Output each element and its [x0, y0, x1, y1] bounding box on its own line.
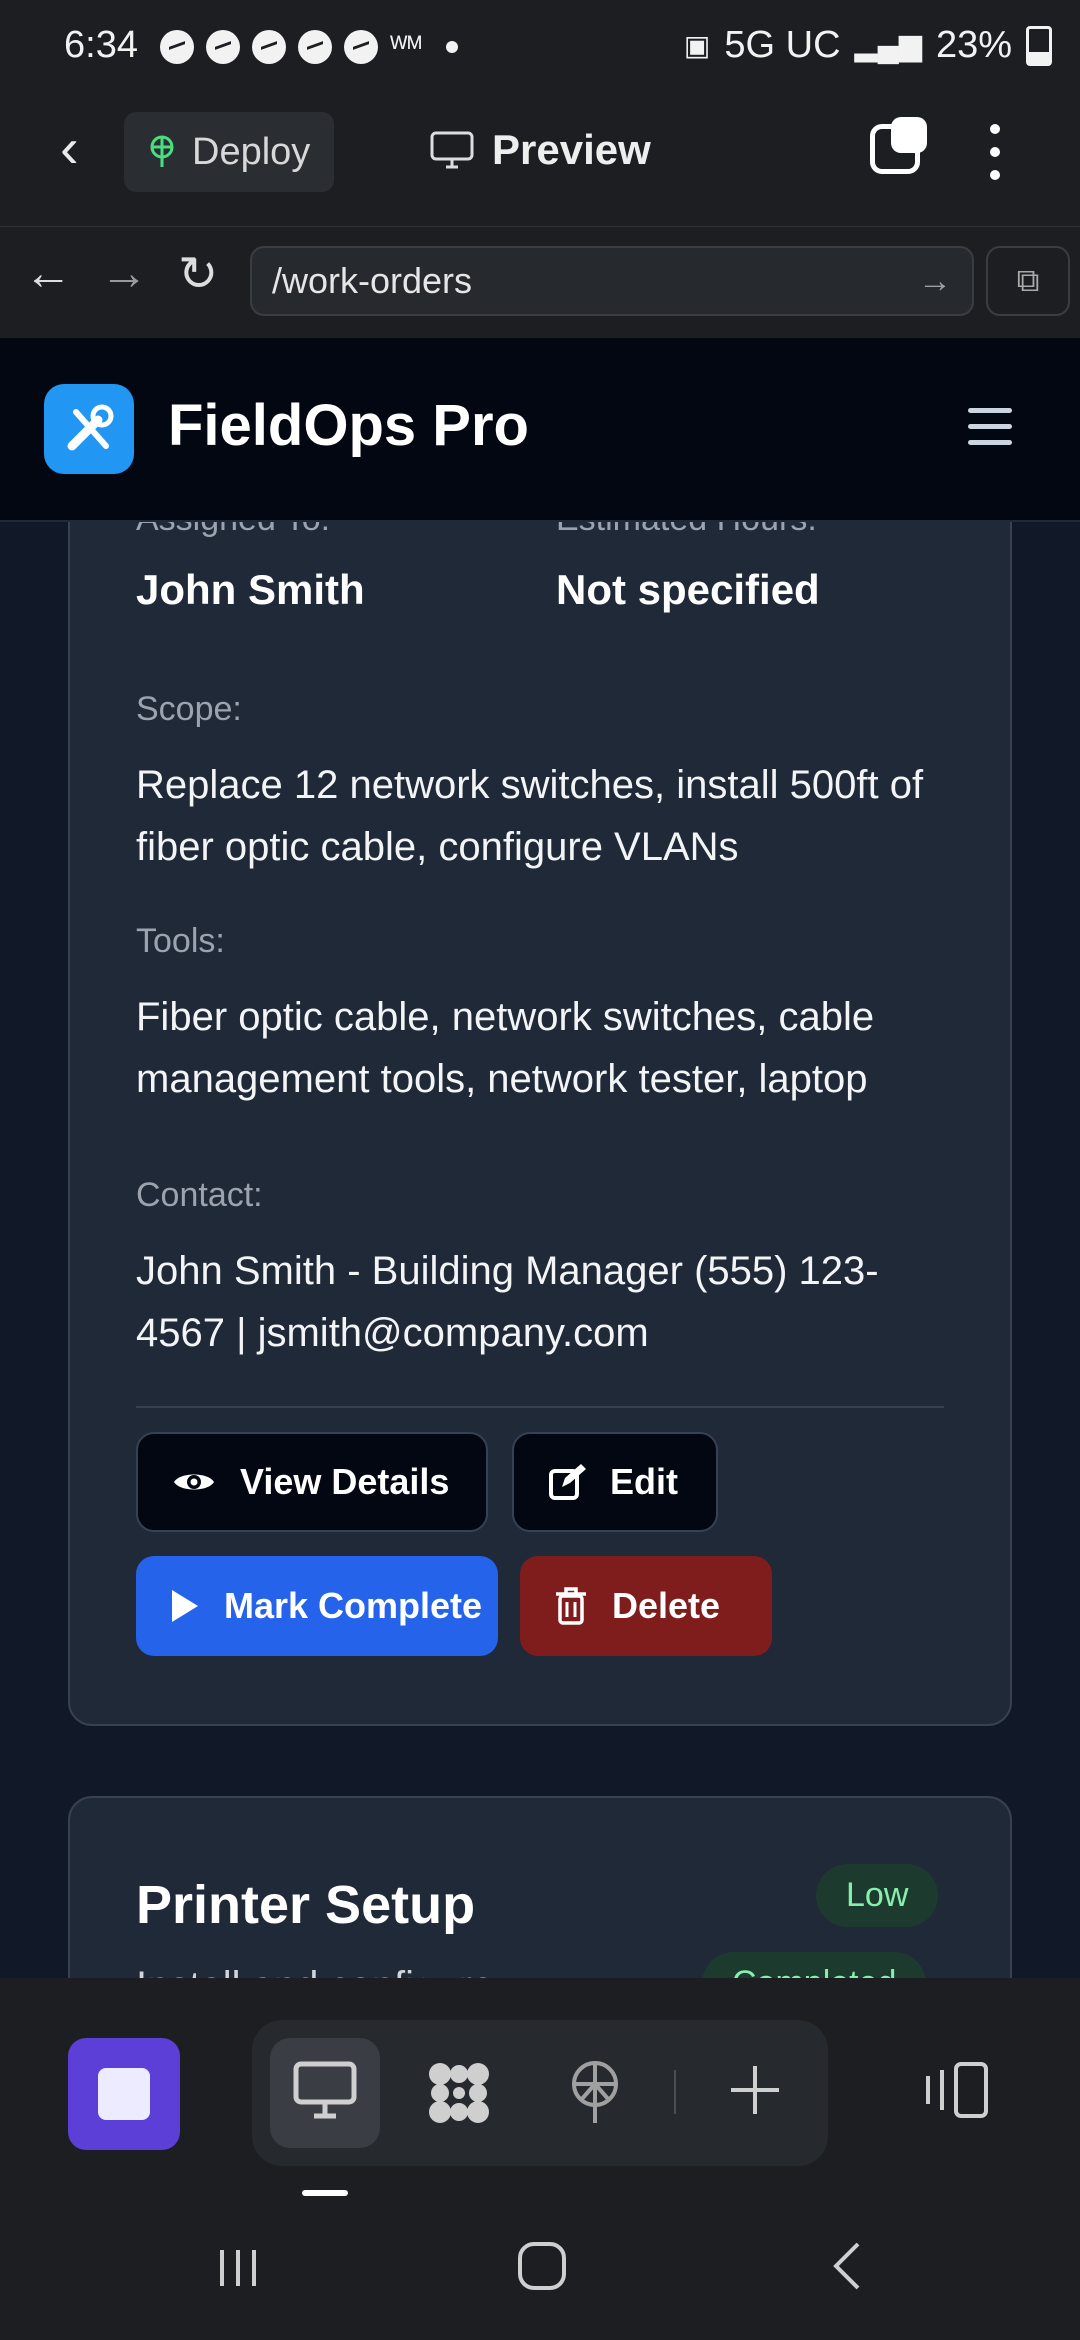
- trash-icon: [556, 1587, 586, 1625]
- deploy-label: Deploy: [192, 130, 311, 173]
- signal-icon: ▂▄▆: [854, 29, 922, 62]
- tabs-switcher-icon[interactable]: [870, 117, 927, 174]
- status-bar: 6:34 ᵂᴹ ▣ 5G UC ▂▄▆ 23%: [0, 0, 1080, 100]
- card-divider: [136, 1406, 944, 1408]
- edit-icon: [549, 1464, 586, 1500]
- desktop-view-icon[interactable]: [290, 2060, 360, 2134]
- go-arrow-icon[interactable]: →: [918, 262, 952, 301]
- messenger-icon: [206, 30, 240, 64]
- back-chevron-icon[interactable]: ‹: [60, 120, 79, 176]
- mark-complete-button[interactable]: Mark Complete: [136, 1556, 498, 1656]
- monitor-icon: [430, 131, 474, 169]
- menu-icon[interactable]: [968, 408, 1012, 456]
- edit-button[interactable]: Edit: [512, 1432, 718, 1532]
- deploy-button[interactable]: Deploy: [124, 112, 334, 192]
- scope-label: Scope:: [136, 690, 242, 728]
- delete-button[interactable]: Delete: [520, 1556, 772, 1656]
- app-stop-icon[interactable]: [68, 2038, 180, 2150]
- notification-icons: ᵂᴹ: [160, 30, 458, 64]
- mark-complete-label: Mark Complete: [224, 1585, 483, 1626]
- status-right: ▣ 5G UC ▂▄▆ 23%: [684, 24, 1052, 67]
- reload-icon[interactable]: ↻: [178, 246, 218, 302]
- deploy-dock-icon[interactable]: [560, 2060, 630, 2140]
- more-notifications-dot: [445, 41, 458, 53]
- chat-notification-icon: [160, 30, 194, 64]
- home-icon[interactable]: [516, 2240, 568, 2305]
- network-type: 5G UC: [724, 24, 841, 66]
- add-icon[interactable]: [720, 2060, 790, 2134]
- preview-label: Preview: [492, 126, 651, 173]
- recent-apps-icon[interactable]: [214, 2240, 262, 2305]
- view-details-label: View Details: [240, 1461, 450, 1502]
- battery-icon: [1026, 25, 1052, 66]
- messenger-icon: [344, 30, 378, 64]
- app-logo[interactable]: [44, 384, 134, 474]
- split-view-icon[interactable]: [920, 2060, 990, 2134]
- assigned-to-value: John Smith: [136, 566, 365, 613]
- edit-label: Edit: [610, 1461, 678, 1502]
- contact-label: Contact:: [136, 1176, 263, 1214]
- tools-icon: [67, 404, 114, 451]
- contact-value: John Smith - Building Manager (555) 123-…: [136, 1249, 879, 1355]
- app-name: FieldOps Pro: [168, 393, 529, 458]
- url-text: /work-orders: [272, 260, 473, 301]
- battery-saver-icon: ▣: [683, 30, 711, 61]
- open-external-icon[interactable]: ⧉: [986, 246, 1070, 316]
- messenger-icon: [298, 30, 332, 64]
- browser-forward-icon[interactable]: →: [100, 246, 148, 301]
- dock-separator: [674, 2070, 676, 2114]
- status-time: 6:34: [64, 24, 138, 66]
- app-header: [0, 338, 1080, 522]
- messenger-icon: [252, 30, 286, 64]
- delete-label: Delete: [612, 1585, 721, 1626]
- tools-label: Tools:: [136, 922, 225, 960]
- url-field[interactable]: /work-orders →: [250, 246, 974, 316]
- priority-badge: Low: [816, 1864, 939, 1927]
- more-options-icon[interactable]: [990, 124, 1002, 180]
- estimated-hours-value: Not specified: [556, 566, 820, 613]
- modules-icon[interactable]: [424, 2060, 494, 2140]
- view-details-button[interactable]: View Details: [136, 1432, 488, 1532]
- deploy-icon: [150, 135, 174, 167]
- active-indicator: [302, 2190, 348, 2196]
- voicemail-icon: ᵂᴹ: [390, 31, 422, 62]
- system-back-icon[interactable]: [826, 2240, 866, 2305]
- preview-tab[interactable]: Preview: [430, 126, 651, 174]
- eye-icon: [174, 1474, 214, 1490]
- scope-value: Replace 12 network switches, install 500…: [136, 763, 924, 869]
- battery-percent: 23%: [935, 24, 1012, 66]
- browser-back-icon[interactable]: ←: [24, 246, 72, 301]
- play-icon: [172, 1590, 198, 1622]
- tools-value: Fiber optic cable, network switches, cab…: [136, 995, 875, 1101]
- work-order-title: Printer Setup: [136, 1875, 476, 1935]
